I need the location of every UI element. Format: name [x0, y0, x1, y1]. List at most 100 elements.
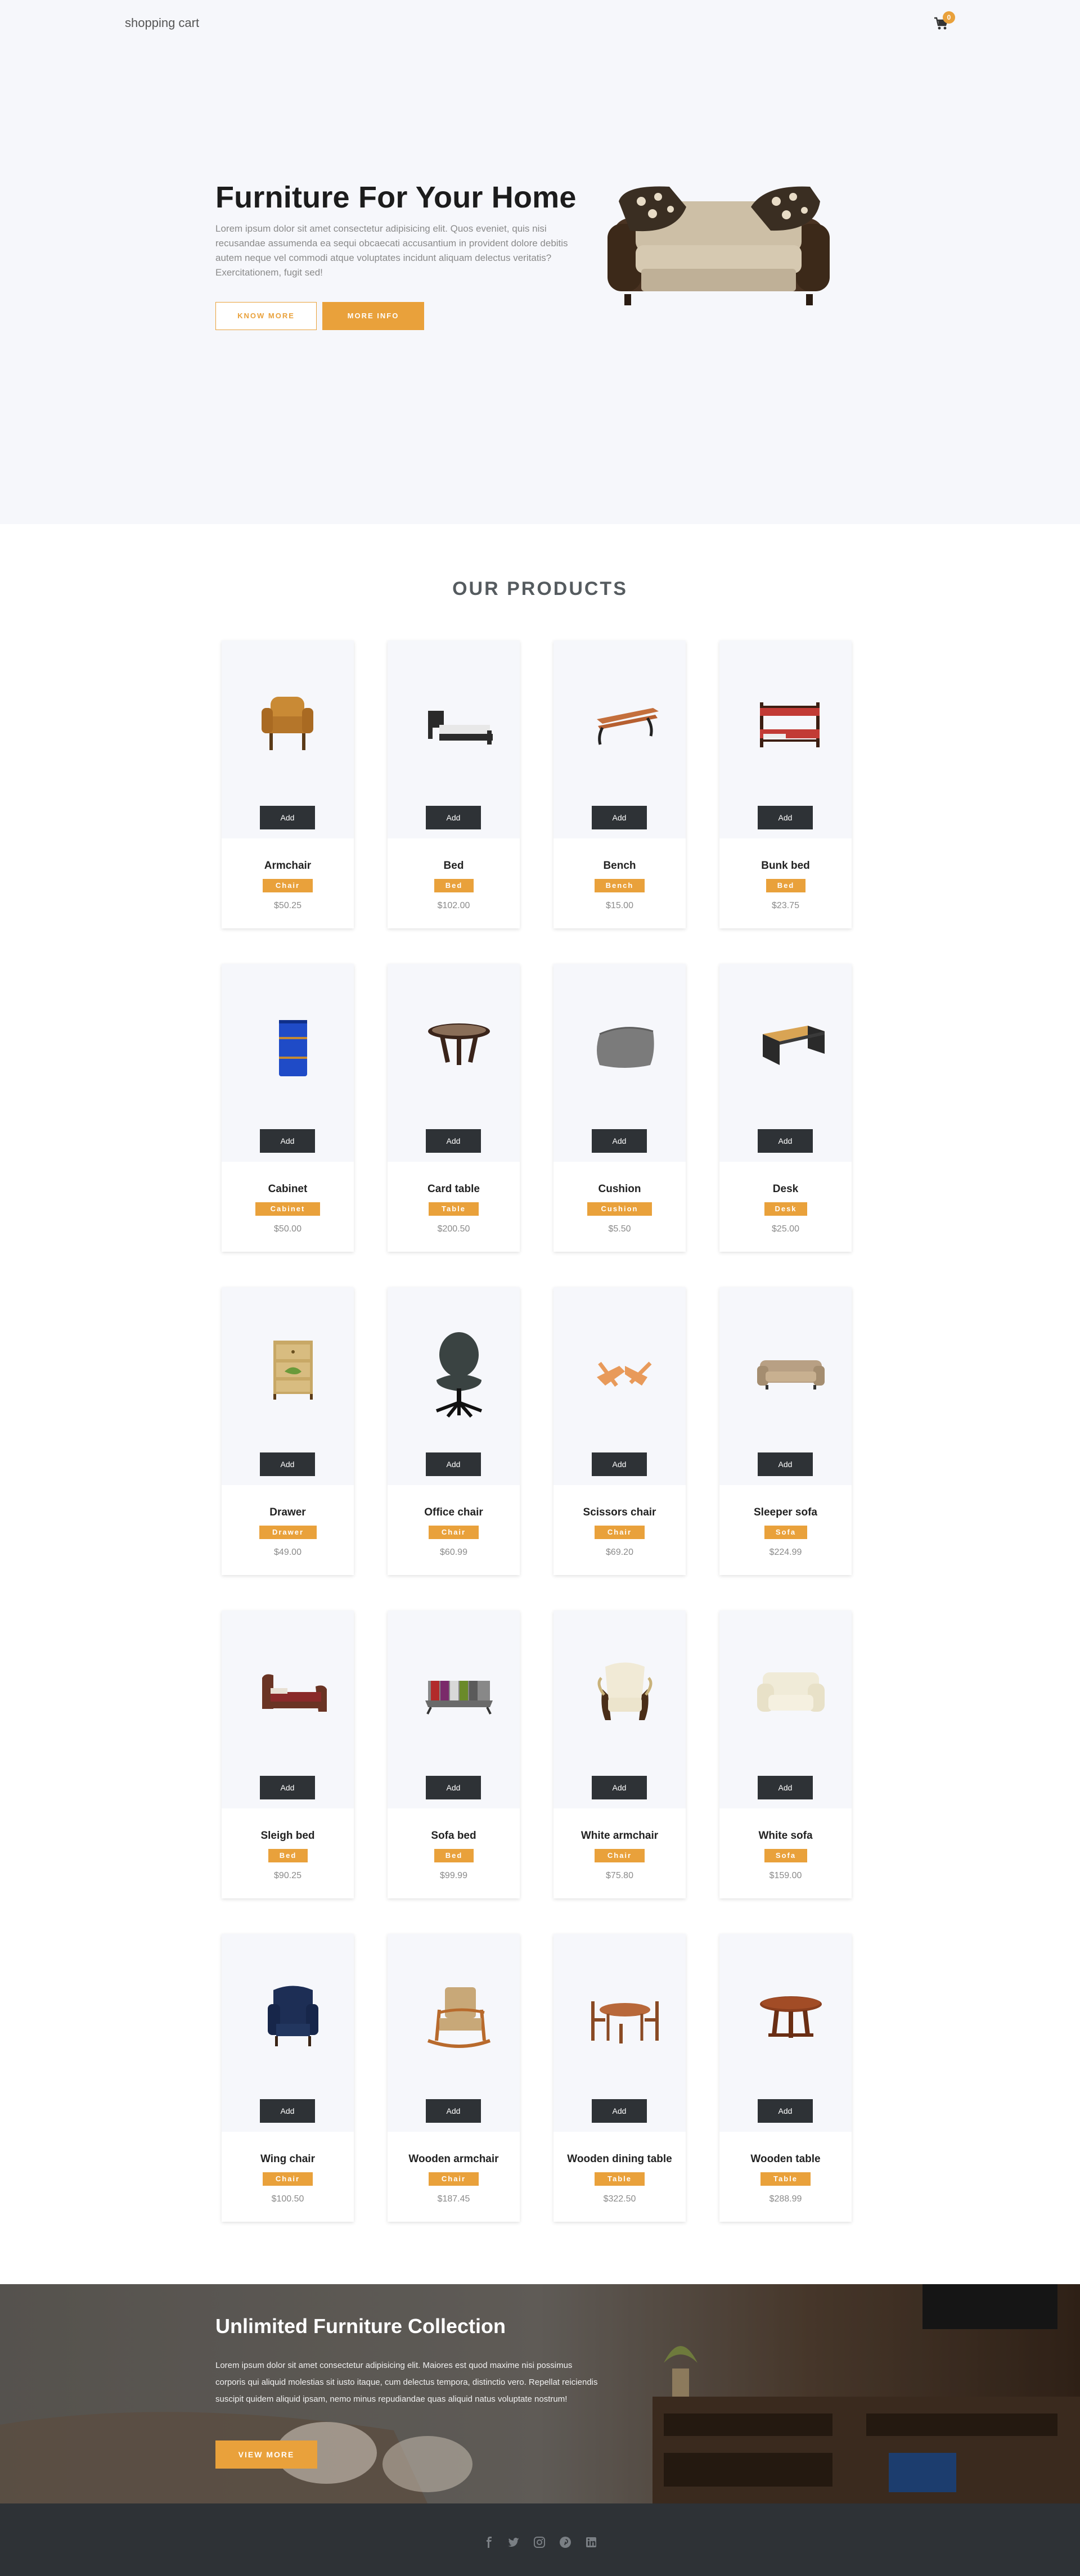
product-card: Add Sleigh bed Bed $90.25	[222, 1610, 354, 1898]
product-card: Add White sofa Sofa $159.00	[719, 1610, 852, 1898]
product-price: $224.99	[769, 1548, 802, 1557]
collection-banner: Unlimited Furniture Collection Lorem ips…	[0, 2284, 1080, 2503]
add-button-label: Add	[446, 1136, 461, 1145]
product-category-badge: Chair	[263, 2172, 313, 2186]
product-card: Add Card table Table $200.50	[388, 964, 520, 1252]
product-image-area: Add	[222, 964, 354, 1182]
instagram-icon[interactable]	[533, 2536, 546, 2548]
cabinet-icon	[279, 1020, 307, 1076]
wooden-table-icon	[760, 1996, 822, 2038]
bed-icon	[428, 711, 493, 745]
hero-sofa-image	[608, 186, 830, 305]
product-card: Add Cabinet Cabinet $50.00	[222, 964, 354, 1252]
add-to-cart-button[interactable]: Add	[426, 1129, 481, 1182]
add-button-label: Add	[280, 1783, 295, 1792]
view-more-button[interactable]: VIEW MORE	[215, 2440, 317, 2469]
cart-button[interactable]: 0	[934, 11, 955, 34]
add-to-cart-button[interactable]: Add	[260, 2099, 315, 2152]
product-image-area: Add	[222, 1287, 354, 1505]
product-name: Drawer	[269, 1506, 306, 1518]
product-category-badge: Desk	[764, 1202, 807, 1216]
add-button-label: Add	[612, 2106, 627, 2115]
product-name: Sleeper sofa	[754, 1506, 817, 1518]
add-button-label: Add	[778, 1136, 793, 1145]
product-category-badge: Cabinet	[255, 1202, 320, 1216]
product-price: $288.99	[769, 2194, 802, 2204]
wooden-armchair-icon	[427, 1987, 491, 2048]
add-to-cart-button[interactable]: Add	[592, 806, 647, 859]
add-to-cart-button[interactable]: Add	[260, 806, 315, 859]
product-name: Cabinet	[268, 1183, 308, 1195]
product-image-area: Add	[388, 964, 520, 1182]
product-image-area: Add	[554, 964, 686, 1182]
add-button-label: Add	[612, 1783, 627, 1792]
product-image-area: Add	[222, 640, 354, 859]
top-navbar: shopping cart 0	[0, 0, 1080, 47]
wing-chair-icon	[268, 1986, 318, 2046]
cart-icon	[292, 2144, 301, 2152]
add-to-cart-button[interactable]: Add	[260, 1776, 315, 1829]
banner-title: Unlimited Furniture Collection	[215, 2315, 506, 2338]
add-button-label: Add	[280, 813, 295, 822]
product-card: Add Sleeper sofa Sofa $224.99	[719, 1287, 852, 1575]
cart-icon	[292, 1821, 301, 1829]
product-category-badge: Chair	[429, 1526, 479, 1539]
product-name: Bench	[603, 860, 636, 872]
add-to-cart-button[interactable]: Add	[592, 1129, 647, 1182]
know-more-button[interactable]: KNOW MORE	[215, 302, 317, 330]
product-card: Add Cushion Cushion $5.50	[554, 964, 686, 1252]
desk-icon	[763, 1026, 825, 1065]
product-price: $100.50	[271, 2194, 304, 2204]
pinterest-icon[interactable]	[559, 2536, 572, 2548]
product-category-badge: Bed	[434, 879, 474, 892]
add-to-cart-button[interactable]: Add	[426, 2099, 481, 2152]
product-price: $90.25	[274, 1871, 302, 1880]
product-category-badge: Drawer	[259, 1526, 317, 1539]
product-image-area: Add	[554, 640, 686, 859]
add-to-cart-button[interactable]: Add	[758, 1776, 813, 1829]
product-name: Bunk bed	[761, 860, 810, 872]
cart-icon	[624, 1497, 633, 1505]
product-price: $75.80	[606, 1871, 633, 1880]
product-name: Desk	[772, 1183, 799, 1195]
twitter-icon[interactable]	[507, 2536, 520, 2548]
add-to-cart-button[interactable]: Add	[260, 1452, 315, 1505]
facebook-icon[interactable]	[483, 2536, 495, 2548]
product-name: Wooden armchair	[408, 2153, 499, 2165]
product-image-area: Add	[388, 640, 520, 859]
product-card: Add Wooden dining table Table $322.50	[554, 1934, 686, 2222]
product-price: $322.50	[603, 2194, 636, 2204]
add-to-cart-button[interactable]: Add	[758, 1452, 813, 1505]
product-image-area: Add	[719, 964, 852, 1182]
add-to-cart-button[interactable]: Add	[592, 2099, 647, 2152]
cart-icon	[458, 1174, 467, 1182]
banner-text: Lorem ipsum dolor sit amet consectetur a…	[215, 2361, 598, 2404]
white-armchair-icon	[597, 1662, 652, 1720]
cart-icon	[624, 1821, 633, 1829]
product-price: $49.00	[274, 1548, 302, 1557]
product-price: $60.99	[440, 1548, 467, 1557]
add-to-cart-button[interactable]: Add	[592, 1776, 647, 1829]
brand-logo[interactable]: shopping cart	[125, 16, 199, 30]
armchair-icon	[262, 697, 313, 750]
add-to-cart-button[interactable]: Add	[758, 2099, 813, 2152]
cart-count-badge: 0	[943, 11, 955, 24]
add-to-cart-button[interactable]: Add	[426, 806, 481, 859]
more-info-button[interactable]: MORE INFO	[322, 302, 424, 330]
linkedin-icon[interactable]	[585, 2536, 597, 2548]
add-to-cart-button[interactable]: Add	[426, 1776, 481, 1829]
product-category-badge: Bed	[268, 1849, 308, 1862]
product-name: Cushion	[598, 1183, 641, 1195]
cart-icon	[292, 851, 301, 859]
product-name: Wooden table	[750, 2153, 821, 2165]
add-to-cart-button[interactable]: Add	[426, 1452, 481, 1505]
add-to-cart-button[interactable]: Add	[758, 806, 813, 859]
add-button-label: Add	[778, 1783, 793, 1792]
add-to-cart-button[interactable]: Add	[592, 1452, 647, 1505]
product-category-badge: Bed	[434, 1849, 474, 1862]
add-to-cart-button[interactable]: Add	[260, 1129, 315, 1182]
product-name: Bed	[443, 860, 464, 872]
add-to-cart-button[interactable]: Add	[758, 1129, 813, 1182]
product-card: Add Bed Bed $102.00	[388, 640, 520, 928]
product-price: $187.45	[437, 2194, 470, 2204]
